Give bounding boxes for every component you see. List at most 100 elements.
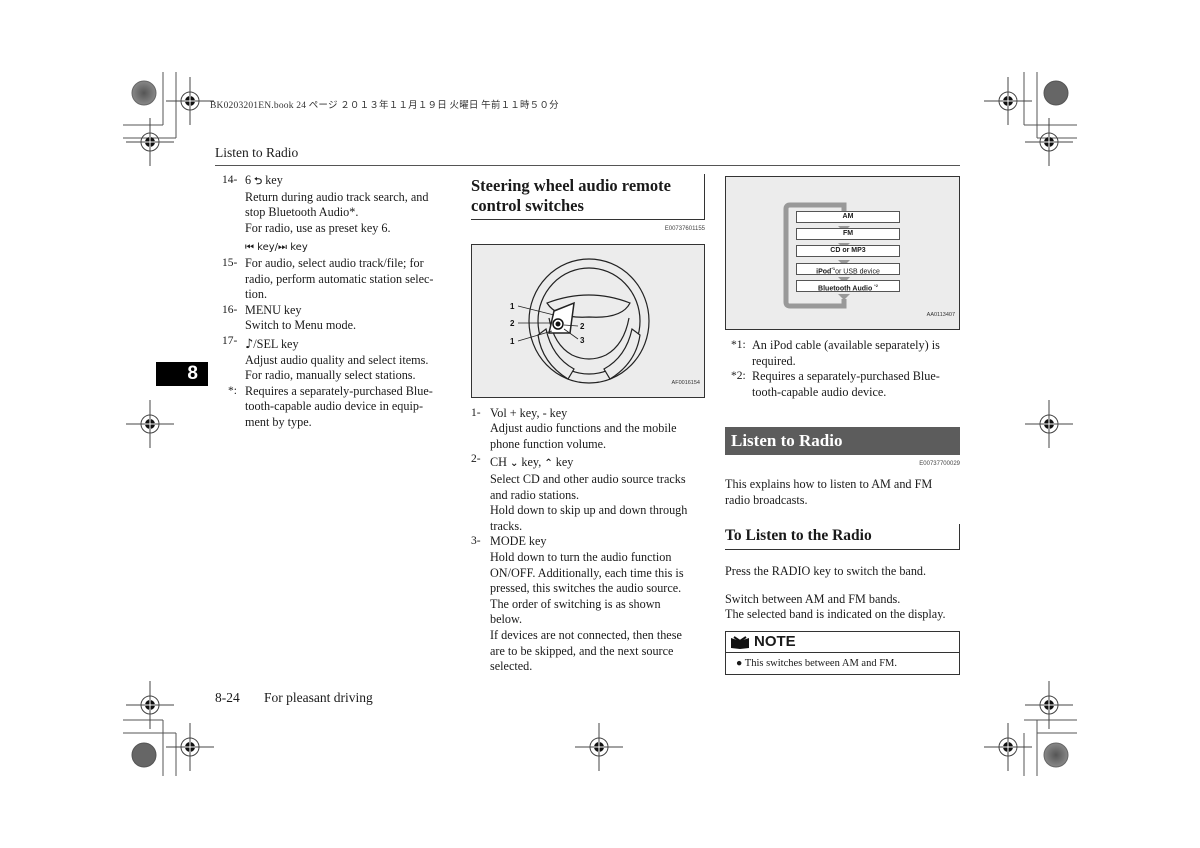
footnote-text: tooth-capable audio device.: [752, 384, 887, 399]
note-text: ● This switches between AM and FM.: [736, 657, 898, 669]
callout-label: 2: [580, 322, 585, 331]
flow-step-cd: CD or MP3: [796, 245, 900, 257]
heading-line: Steering wheel audio remote: [471, 176, 671, 195]
item-desc: Hold down to skip up and down through: [490, 503, 688, 518]
registration-target-icon: [1024, 399, 1074, 449]
note-title: NOTE: [754, 632, 796, 650]
section-code: E00737700029: [919, 461, 960, 468]
flow-text: or USB device: [835, 268, 880, 276]
callout-label: 1: [510, 302, 515, 311]
header-rule: [215, 165, 960, 166]
item-desc: phone function volume.: [490, 436, 607, 451]
item-desc: selected.: [490, 659, 533, 674]
registration-target-icon: [983, 76, 1033, 126]
item-number: 17-: [222, 334, 238, 347]
callout-label: 2: [510, 319, 515, 328]
color-rosette-icon: [131, 742, 157, 768]
flow-step-bluetooth: Bluetooth Audio *2: [796, 280, 900, 292]
item-desc: Switch to Menu mode.: [245, 318, 357, 333]
item-title: MENU key: [245, 302, 302, 317]
list-item: 17- ♪/SEL key Adjust audio quality and s…: [222, 334, 450, 384]
item-desc: For radio, manually select stations.: [245, 368, 416, 383]
item-number: 16-: [222, 303, 238, 316]
sub-heading: To Listen to the Radio: [725, 524, 960, 551]
item-desc: The order of switching is as shown: [490, 596, 661, 611]
figure-code: AA0113407: [926, 312, 955, 319]
item-number: 15-: [222, 256, 238, 269]
list-item: 3- MODE key Hold down to turn the audio …: [471, 534, 705, 674]
item-desc: Adjust audio quality and select items.: [245, 352, 429, 367]
chevron-down-icon: ⌄: [509, 458, 519, 470]
footnote-mark: *2:: [731, 370, 746, 383]
footnote-text: tooth-capable audio device in equip-: [245, 399, 424, 414]
heading-line: control switches: [471, 196, 584, 215]
item-desc: are to be skipped, and the next source: [490, 643, 674, 658]
footnote-text: An iPod cable (available separately) is: [752, 338, 940, 352]
footnote-text: Requires a separately-purchased Blue-: [245, 383, 433, 398]
color-rosette-icon: [131, 80, 157, 106]
intro-text: This explains how to listen to AM and FM: [725, 476, 933, 491]
item-desc: stop Bluetooth Audio*.: [245, 205, 359, 220]
footnote-mark: *:: [228, 384, 237, 397]
item-title: 6 ⮌ key: [245, 173, 450, 190]
footer-section: For pleasant driving: [264, 690, 373, 705]
section-heading: Steering wheel audio remote control swit…: [471, 174, 705, 220]
registration-target-icon: [125, 399, 175, 449]
list-item: 14- 6 ⮌ key Return during audio track se…: [222, 173, 450, 256]
registration-target-icon: [574, 722, 624, 772]
item-title: ♪/SEL key: [245, 337, 450, 353]
footnote-text: Requires a separately-purchased Blue-: [752, 369, 940, 384]
key-label: /SEL key: [253, 336, 299, 351]
color-rosette-icon: [1043, 742, 1069, 768]
page-number: 8-24: [215, 690, 240, 705]
return-arrow-icon: ⮌: [254, 176, 263, 187]
item-desc: Hold down to turn the audio function: [490, 549, 672, 564]
item-desc: pressed, this switches the audio source.: [490, 581, 682, 596]
flow-text: iPod: [816, 268, 832, 276]
list-item: 15- For audio, select audio track/file; …: [222, 256, 450, 303]
callout-label: 3: [580, 336, 585, 345]
section-band-heading: Listen to Radio: [725, 427, 960, 456]
list-item: 1- Vol + key, - key Adjust audio functio…: [471, 406, 705, 453]
registration-target-icon: [125, 680, 175, 730]
skip-track-icon: ⏮ key/⏭ key: [245, 242, 308, 254]
note-book-icon: [731, 635, 749, 649]
note-box: NOTE ● This switches between AM and FM.: [725, 630, 960, 676]
item-desc: ON/OFF. Additionally, each time this is: [490, 565, 684, 580]
steering-wheel-figure: 1 2 1 2 3 AF0016154: [471, 243, 705, 398]
chapter-tab: 8: [156, 362, 208, 386]
footnote: *1: An iPod cable (available separately)…: [725, 338, 960, 369]
item-desc: For radio, use as preset key 6.: [245, 220, 391, 235]
chevron-up-icon: ⌃: [544, 458, 553, 470]
paragraph: Press the RADIO key to switch the band.: [725, 564, 927, 579]
note-header: NOTE: [726, 632, 959, 653]
color-rosette-icon: [1043, 80, 1069, 106]
list-item: 2- CH ⌄ key, ⌃ key Select CD and other a…: [471, 453, 705, 534]
registration-target-icon: [165, 76, 215, 126]
item-desc: tracks.: [490, 518, 523, 533]
column-2: Steering wheel audio remote control swit…: [471, 174, 705, 675]
item-desc: and radio stations.: [490, 487, 580, 502]
paragraph: The selected band is indicated on the di…: [725, 607, 946, 622]
section-code: E00737601155: [664, 226, 705, 232]
item-number: 3-: [471, 535, 481, 548]
item-number: 14-: [222, 174, 238, 186]
intro-text: radio broadcasts.: [725, 492, 808, 507]
registration-target-icon: [1024, 680, 1074, 730]
footnote-mark: *1:: [731, 339, 746, 351]
column-3: AM FM CD or MP3 iPod*1or USB device Blue…: [725, 176, 960, 676]
registration-target-icon: [165, 722, 215, 772]
paragraph: Switch between AM and FM bands.: [725, 591, 901, 606]
flow-step-ipod-usb: iPod*1or USB device: [796, 263, 900, 275]
figure-code: AF0016154: [671, 380, 700, 386]
item-title: MODE key: [490, 534, 547, 549]
item-title: CH ⌄ key, ⌃ key: [490, 455, 705, 472]
item-desc: below.: [490, 612, 523, 627]
key-number: 6: [245, 173, 252, 187]
item-desc: Adjust audio functions and the mobile: [490, 421, 677, 436]
item-title: Vol + key, - key: [490, 405, 568, 420]
column-1: 14- 6 ⮌ key Return during audio track se…: [222, 173, 450, 431]
key-label: key,: [521, 455, 542, 470]
item-desc: Return during audio track search, and: [245, 189, 429, 204]
list-item: 16- MENU key Switch to Menu mode.: [222, 303, 450, 334]
